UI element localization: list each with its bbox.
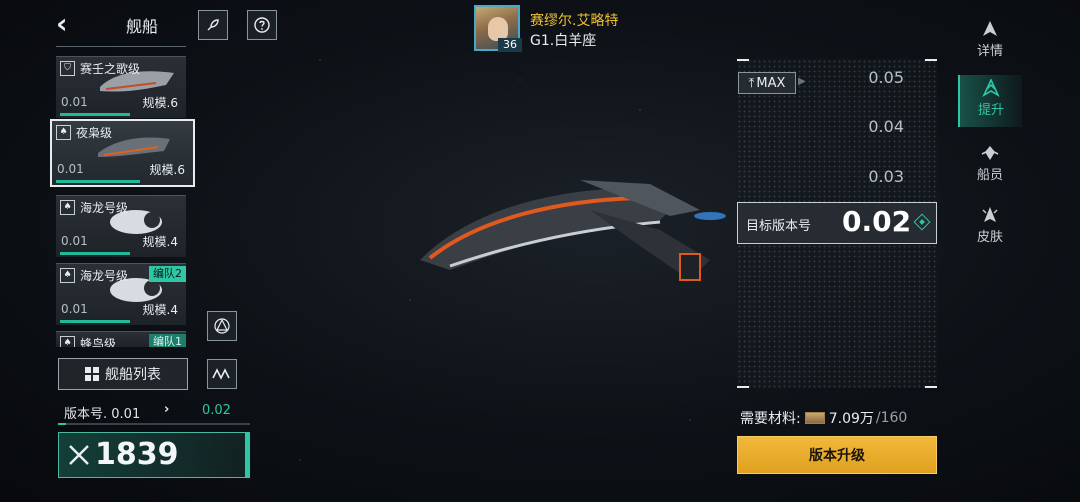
max-label: MAX: [756, 75, 786, 91]
next-version: 0.02: [202, 403, 231, 418]
wave-icon: [212, 368, 230, 380]
ship-list-label: 舰船列表: [105, 367, 161, 383]
upgrade-button[interactable]: 版本升级: [737, 436, 937, 474]
accent-edge: [245, 433, 249, 477]
ship-detail-icon: [983, 21, 997, 36]
page-title: 舰船: [126, 17, 159, 36]
ship-version: 0.01: [57, 162, 84, 176]
class-icon: ♠: [60, 336, 75, 347]
fleet-icon: [214, 318, 230, 334]
nav-label: 详情: [976, 44, 1003, 59]
ship-scale: 规模.4: [142, 235, 178, 249]
progress-bar: [60, 113, 130, 116]
power-value: 1839: [95, 437, 179, 472]
class-icon: ♠: [60, 268, 75, 283]
triangle-right-icon: ▶: [798, 76, 806, 87]
power-rating: 1839: [58, 432, 250, 478]
rocket-icon: [207, 19, 219, 31]
max-button[interactable]: ⤒ MAX: [738, 72, 796, 94]
ship-card[interactable]: ♠ 海龙号级 编队2 0.01 规模.4: [56, 263, 186, 325]
target-version-value: 0.02: [842, 205, 912, 238]
materials-label: 需要材料:: [740, 411, 801, 427]
ship-card[interactable]: ♠ 蜂鸟级 编队1: [56, 331, 186, 347]
version-progress-track: [58, 423, 250, 425]
ship-class-name: 海龙号级: [80, 201, 129, 215]
upgrade-icon: [982, 79, 1000, 97]
rocket-icon-button[interactable]: [198, 10, 228, 40]
panel-corner: [737, 386, 749, 388]
fleet-badge: 编队2: [149, 266, 186, 282]
ship-version: 0.01: [61, 234, 88, 248]
ship-class-name: 海龙号级: [80, 269, 129, 283]
ship-scale: 规模.6: [142, 96, 178, 110]
ship-scale: 规模.6: [149, 163, 185, 177]
nav-crew[interactable]: 船员: [958, 140, 1022, 192]
ship-card-selected[interactable]: ♠ 夜枭级 0.01 规模.6: [50, 119, 195, 187]
version-option[interactable]: 0.03: [868, 167, 904, 186]
panel-corner: [925, 386, 937, 388]
class-icon: ♠: [60, 200, 75, 215]
nav-upgrade[interactable]: 提升: [958, 75, 1022, 127]
ship-model: [420, 180, 726, 281]
fleet-button[interactable]: [207, 311, 237, 341]
version-option[interactable]: 0.04: [868, 117, 904, 136]
nav-label: 皮肤: [976, 230, 1003, 245]
ship-version: 0.01: [61, 302, 88, 316]
ship-list-button[interactable]: 舰船列表: [58, 358, 188, 390]
filter-button[interactable]: [207, 359, 237, 389]
target-version-label: 目标版本号: [746, 219, 812, 234]
crossed-swords-icon: [69, 445, 89, 465]
crew-icon: [981, 146, 999, 160]
divider: [56, 46, 186, 47]
version-row: 版本号. 0.01 › 0.02: [58, 401, 250, 423]
class-icon: ⛉: [60, 61, 75, 76]
nav-label: 船员: [976, 168, 1003, 183]
materials-need: /160: [875, 410, 908, 426]
max-arrow-icon: ⤒: [748, 75, 755, 91]
target-version-row[interactable]: 目标版本号 0.02: [737, 202, 937, 244]
current-version: 版本号. 0.01: [64, 407, 141, 422]
ship-class-name: 蜂鸟级: [80, 337, 117, 347]
captain-name: 赛缪尔.艾略特: [530, 13, 619, 29]
ship-scale: 规模.4: [142, 303, 178, 317]
help-button[interactable]: [247, 10, 277, 40]
arrow-right-icon: ›: [164, 402, 170, 417]
captain-subtitle: G1.白羊座: [530, 33, 597, 49]
ship-class-name: 夜枭级: [76, 126, 113, 140]
ship-card[interactable]: ⛉ 赛壬之歌级 0.01 规模.6: [56, 56, 186, 118]
materials-row: 需要材料: 7.09万 /160: [740, 408, 907, 428]
panel-corner: [737, 59, 749, 61]
captain-level-badge: 36: [498, 38, 522, 52]
version-progress-fill: [58, 423, 66, 425]
diamond-icon: [913, 213, 931, 231]
class-icon: ♠: [56, 125, 71, 140]
materials-have: 7.09万: [828, 411, 874, 427]
question-icon: [254, 17, 270, 33]
skin-icon: [982, 207, 998, 222]
fleet-badge: 编队1: [149, 334, 186, 347]
ship-card[interactable]: ♠ 海龙号级 0.01 规模.4: [56, 195, 186, 257]
progress-bar: [56, 180, 140, 183]
progress-bar: [60, 320, 130, 323]
grid-icon: [85, 367, 99, 381]
version-option[interactable]: 0.05: [868, 68, 904, 87]
nav-details[interactable]: 详情: [958, 16, 1022, 68]
material-crate-icon: [804, 412, 825, 424]
back-icon[interactable]: ‹: [56, 10, 86, 40]
nav-skin[interactable]: 皮肤: [958, 202, 1022, 254]
nav-label: 提升: [977, 103, 1004, 118]
ship-class-name: 赛壬之歌级: [80, 62, 141, 76]
progress-bar: [60, 252, 130, 255]
ship-version: 0.01: [61, 95, 88, 109]
panel-corner: [925, 59, 937, 61]
